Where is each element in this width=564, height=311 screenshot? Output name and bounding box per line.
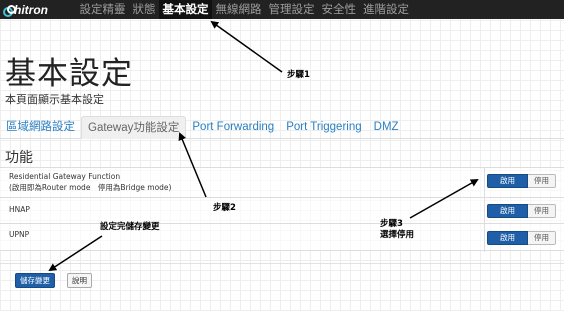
arrow-step1 bbox=[210, 20, 283, 73]
arrow-step2 bbox=[178, 132, 207, 198]
arrow-step3 bbox=[409, 179, 479, 219]
annotation-arrows bbox=[48, 20, 479, 272]
arrow-save bbox=[48, 235, 103, 272]
